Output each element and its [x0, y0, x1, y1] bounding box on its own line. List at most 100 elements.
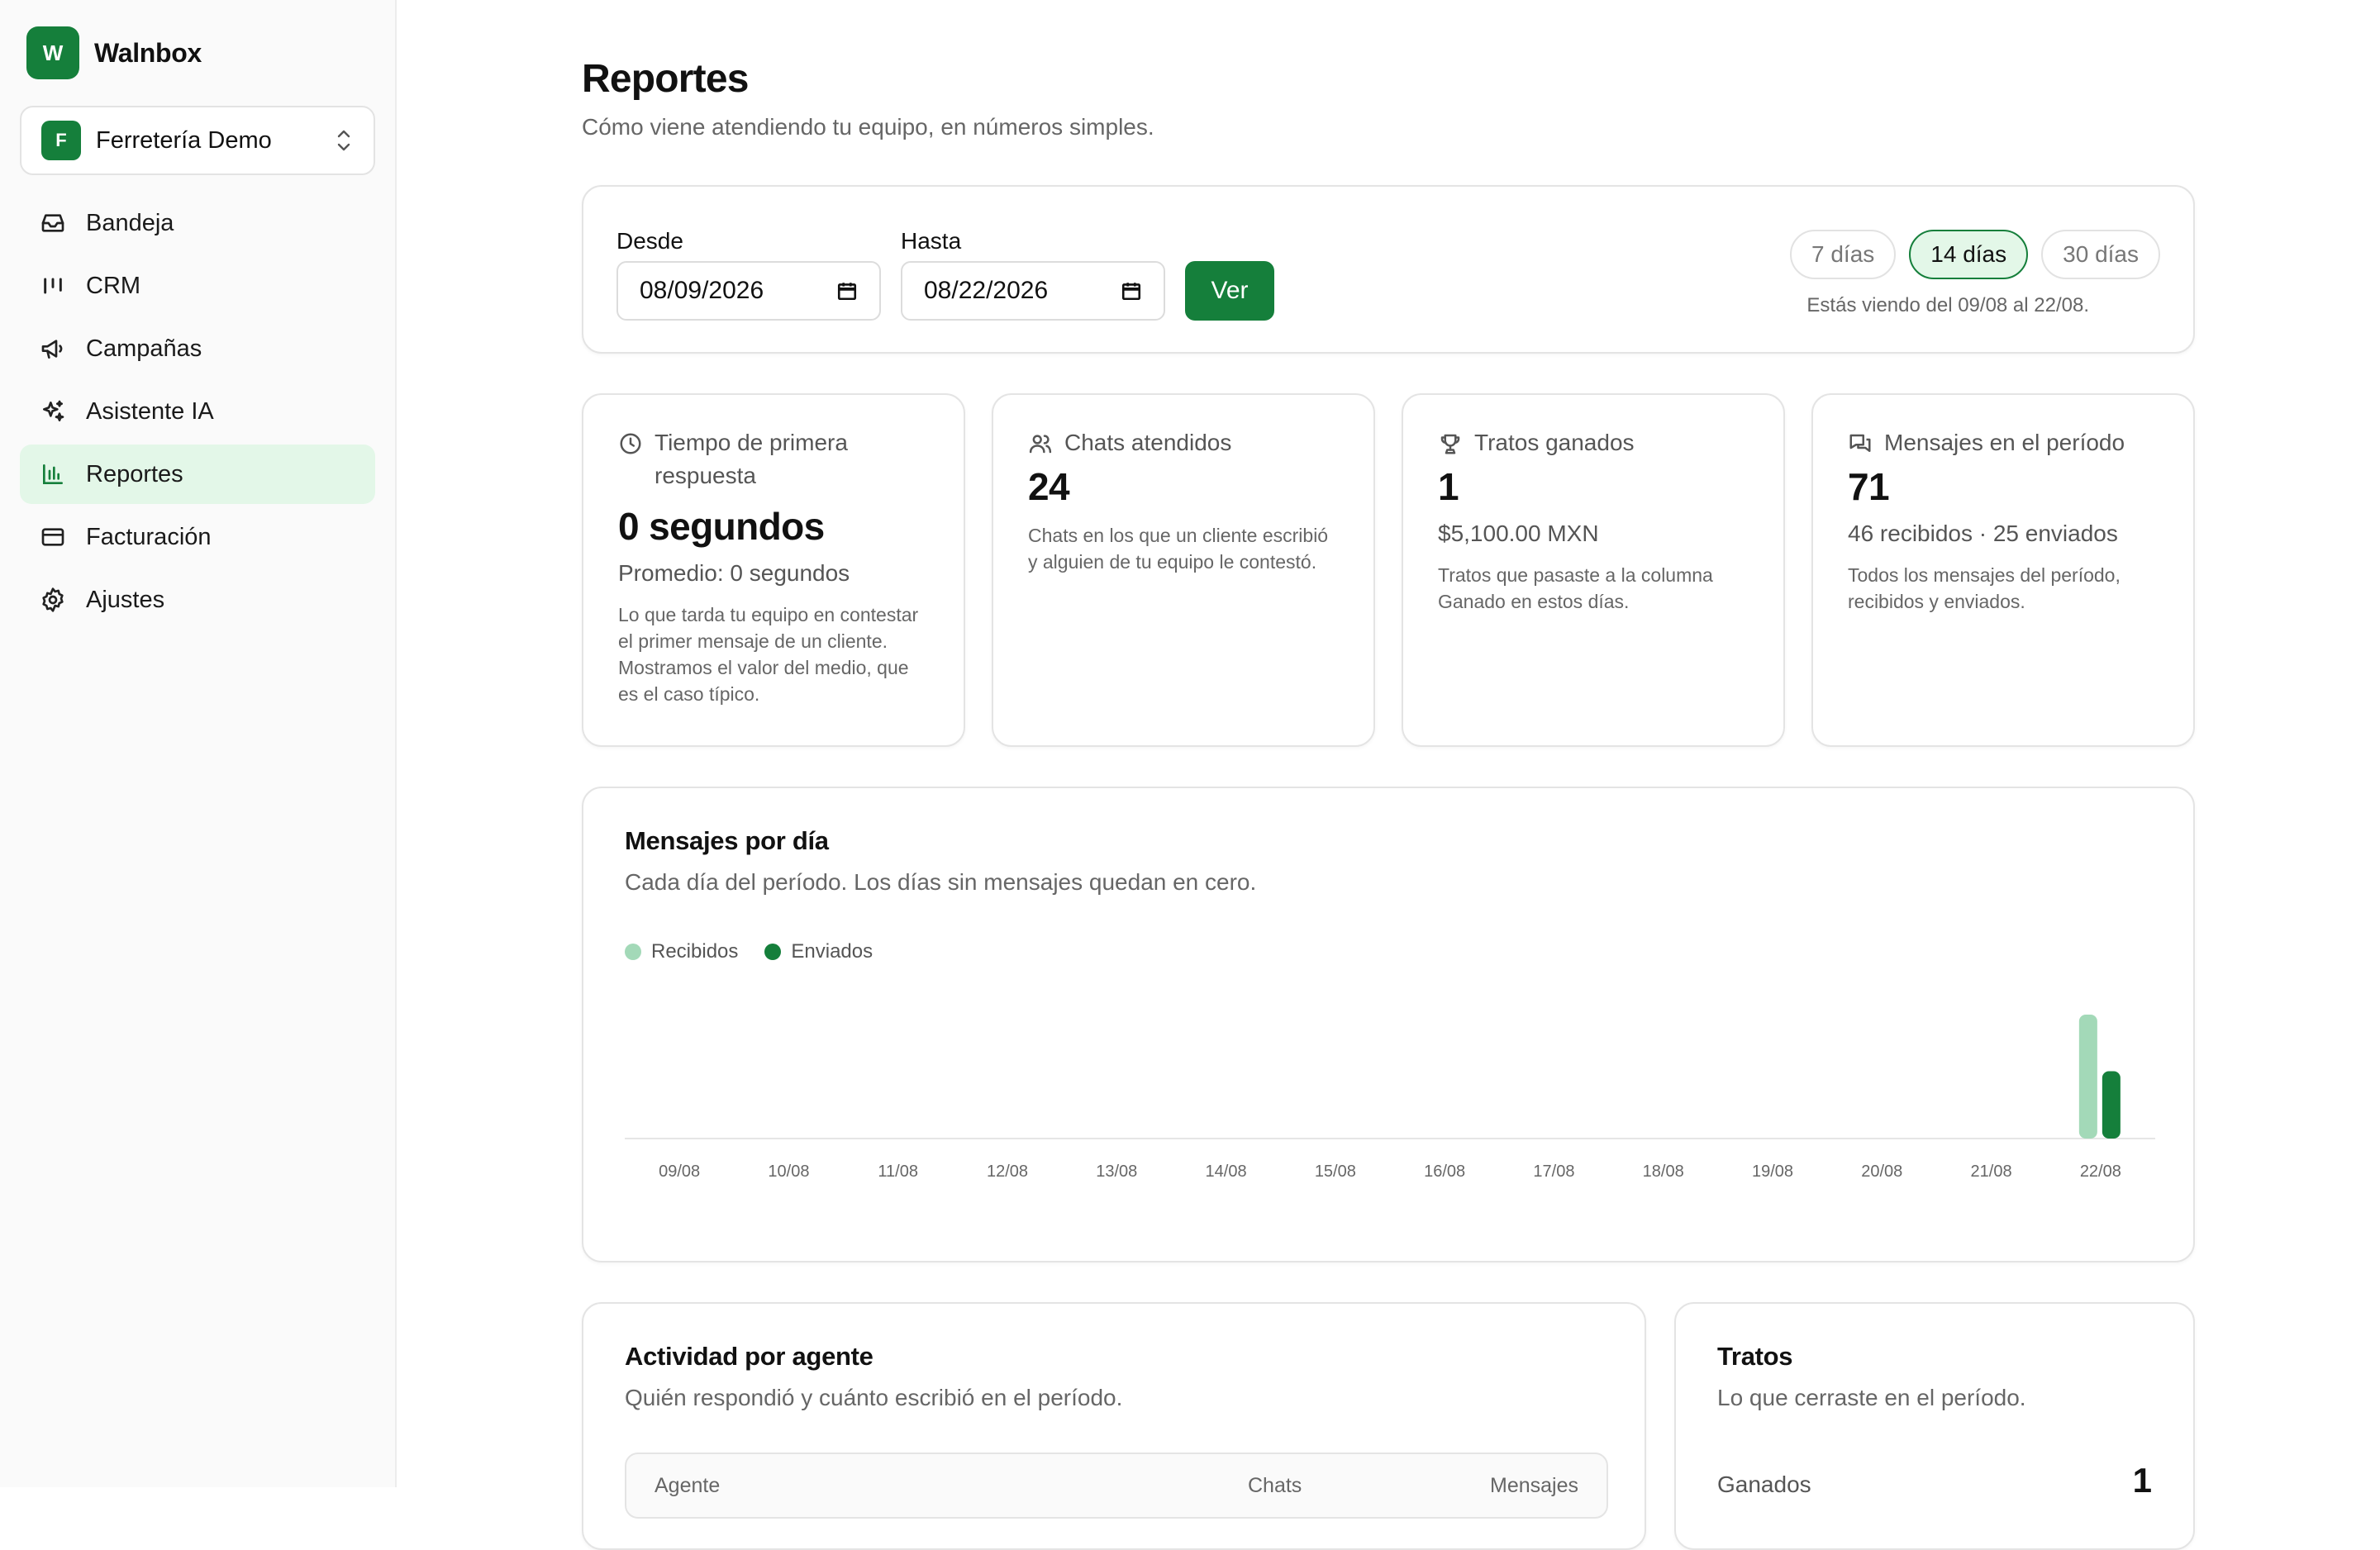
sidebar-item-bandeja[interactable]: Bandeja [20, 193, 375, 253]
x-tick-label: 17/08 [1533, 1162, 1574, 1181]
sidebar-item-label: Ajustes [86, 586, 165, 613]
stat-label: Tiempo de primera respuesta [654, 430, 848, 488]
workspace-switcher[interactable]: F Ferretería Demo [20, 106, 375, 175]
stat-card-messages: Mensajes en el período 71 46 recibidos ·… [1811, 393, 2195, 747]
sidebar-item-label: CRM [86, 272, 141, 299]
deals-card: Tratos Lo que cerraste en el período. Ga… [1674, 1302, 2195, 1550]
legend-dot-sent [764, 944, 782, 960]
bar-recibidos-22-08 [2078, 1015, 2097, 1139]
sidebar-item-asistente-ia[interactable]: Asistente IA [20, 382, 375, 441]
from-date-input[interactable]: 08/09/2026 [616, 261, 881, 321]
calendar-icon[interactable] [836, 280, 858, 302]
stat-description: Lo que tarda tu equipo en contestar el p… [618, 604, 919, 705]
range-pill-7[interactable]: 7 días [1790, 230, 1897, 279]
x-tick-label: 09/08 [659, 1162, 700, 1181]
legend-label: Enviados [791, 940, 873, 963]
messages-per-day-card: Mensajes por día Cada día del período. L… [582, 787, 2195, 1262]
trophy-icon [1440, 434, 1460, 454]
chart-subtitle: Cada día del período. Los días sin mensa… [625, 869, 1257, 895]
brand-logo: W [26, 26, 79, 79]
legend-label: Recibidos [651, 940, 739, 963]
brand-name: Walnbox [94, 37, 202, 68]
x-tick-label: 14/08 [1206, 1162, 1247, 1181]
clock-icon [620, 433, 641, 454]
sidebar-item-campanas[interactable]: Campañas [20, 319, 375, 378]
x-tick-label: 22/08 [2080, 1162, 2121, 1181]
deals-subtitle: Lo que cerraste en el período. [1717, 1385, 2026, 1410]
sidebar-item-ajustes[interactable]: Ajustes [20, 570, 375, 630]
users-icon [1029, 435, 1052, 454]
chart-legend: Recibidos Enviados [625, 940, 2152, 963]
stat-card-deals-won: Tratos ganados 1 $5,100.00 MXN Tratos qu… [1402, 393, 1785, 747]
bar-enviados-22-08 [2102, 1071, 2121, 1139]
deals-title: Tratos [1717, 1342, 1793, 1371]
x-tick-label: 18/08 [1643, 1162, 1684, 1181]
ver-button[interactable]: Ver [1185, 261, 1274, 321]
x-tick-label: 21/08 [1971, 1162, 2012, 1181]
kanban-icon [40, 273, 66, 299]
agent-activity-card: Actividad por agente Quién respondió y c… [582, 1302, 1646, 1550]
x-tick-label: 13/08 [1096, 1162, 1137, 1181]
date-filter-card: Desde 08/09/2026 Hasta 08/22/2026 Ver 7 … [582, 185, 2195, 354]
sidebar: W Walnbox F Ferretería Demo Bandeja CRM … [0, 0, 397, 1487]
stat-value: 24 [1028, 465, 1070, 508]
deal-value: 1 [2132, 1461, 2152, 1500]
from-date-value: 08/09/2026 [640, 277, 764, 304]
range-pills: 7 días 14 días 30 días [1790, 230, 2160, 279]
sidebar-item-label: Bandeja [86, 209, 174, 236]
messages-bar-chart: 09/08 10/08 11/08 12/08 13/08 14/08 15/08 16/08… [625, 1015, 2155, 1181]
chart-title: Mensajes por día [625, 826, 829, 855]
deal-label: Ganados [1717, 1472, 1811, 1497]
agents-table-header: Agente Chats Mensajes [625, 1453, 1608, 1519]
deal-row-won: Ganados 1 [1717, 1461, 2152, 1500]
stat-description: Todos los mensajes del período, recibido… [1848, 564, 2121, 612]
stat-sub: Promedio: 0 segundos [618, 560, 850, 586]
sidebar-item-label: Facturación [86, 523, 212, 550]
sidebar-item-label: Asistente IA [86, 397, 214, 425]
stat-description: Chats en los que un cliente escribió y a… [1028, 525, 1329, 573]
stat-sub: 46 recibidos · 25 enviados [1848, 521, 2118, 546]
agents-title: Actividad por agente [625, 1342, 873, 1371]
megaphone-icon [40, 335, 66, 362]
inbox-icon [40, 210, 66, 236]
x-tick-label: 20/08 [1861, 1162, 1902, 1181]
sidebar-item-reportes[interactable]: Reportes [20, 445, 375, 504]
stat-label: Chats atendidos [1064, 430, 1232, 455]
stat-card-chats: Chats atendidos 24 Chats en los que un c… [992, 393, 1375, 747]
sidebar-item-label: Campañas [86, 335, 202, 362]
from-label: Desde [616, 228, 683, 254]
x-tick-label: 16/08 [1424, 1162, 1465, 1181]
chevron-up-down-icon [337, 130, 350, 151]
credit-card-icon [40, 524, 66, 550]
page-subtitle: Cómo viene atendiendo tu equipo, en núme… [582, 114, 1154, 140]
stat-description: Tratos que pasaste a la columna Ganado e… [1438, 564, 1713, 612]
gear-icon [40, 587, 66, 613]
range-pill-14[interactable]: 14 días [1909, 230, 2029, 279]
stat-value: 1 [1438, 465, 1459, 508]
sidebar-item-crm[interactable]: CRM [20, 256, 375, 316]
brand[interactable]: W Walnbox [26, 26, 202, 79]
column-header-chats: Chats [1248, 1473, 1302, 1497]
sidebar-item-facturacion[interactable]: Facturación [20, 507, 375, 567]
legend-item-received: Recibidos [625, 940, 738, 963]
x-tick-label: 15/08 [1315, 1162, 1356, 1181]
to-date-input[interactable]: 08/22/2026 [901, 261, 1165, 321]
stat-sub: $5,100.00 MXN [1438, 521, 1599, 546]
column-header-agent: Agente [654, 1473, 721, 1497]
to-date-value: 08/22/2026 [924, 277, 1049, 304]
x-tick-label: 10/08 [768, 1162, 809, 1181]
legend-dot-received [625, 944, 641, 960]
range-note: Estás viendo del 09/08 al 22/08. [1806, 294, 2089, 316]
legend-item-sent: Enviados [764, 940, 873, 963]
sidebar-nav: Bandeja CRM Campañas Asistente IA Report… [20, 193, 375, 633]
range-pill-30[interactable]: 30 días [2041, 230, 2160, 279]
stat-label: Tratos ganados [1474, 430, 1635, 455]
stat-value: 0 segundos [618, 505, 825, 548]
page-title: Reportes [582, 57, 749, 101]
bar-chart-icon [40, 461, 66, 487]
calendar-icon[interactable] [1121, 280, 1142, 302]
stat-card-first-response: Tiempo de primera respuesta 0 segundos P… [582, 393, 965, 747]
to-label: Hasta [901, 228, 962, 254]
x-tick-label: 12/08 [987, 1162, 1028, 1181]
workspace-name: Ferretería Demo [96, 126, 272, 154]
